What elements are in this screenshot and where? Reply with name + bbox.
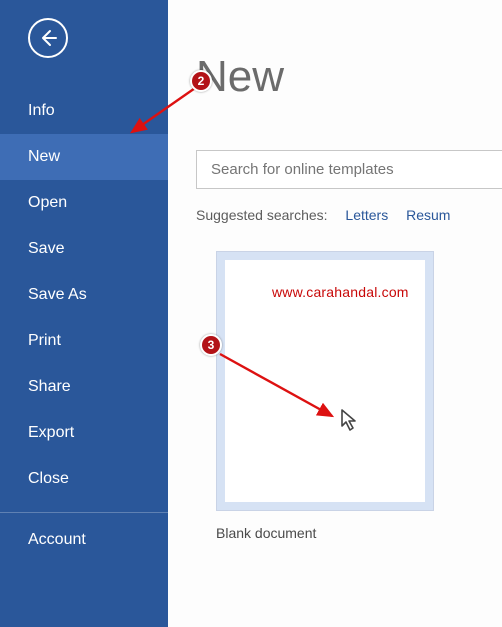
arrow-left-icon [38, 28, 58, 48]
annotation-callout-2: 2 [190, 70, 212, 92]
template-label: Blank document [216, 525, 434, 541]
sidebar-item-save[interactable]: Save [0, 226, 168, 272]
suggested-searches: Suggested searches: Letters Resum [196, 207, 502, 223]
sidebar-item-print[interactable]: Print [0, 318, 168, 364]
backstage-sidebar: Info New Open Save Save As Print Share E… [0, 0, 168, 627]
sidebar-item-share[interactable]: Share [0, 364, 168, 410]
back-button[interactable] [28, 18, 68, 58]
template-search-input[interactable] [196, 150, 502, 189]
sidebar-item-save-as[interactable]: Save As [0, 272, 168, 318]
sidebar-item-open[interactable]: Open [0, 180, 168, 226]
watermark-text: www.carahandal.com [272, 284, 409, 300]
main-panel: New Suggested searches: Letters Resum Bl… [168, 0, 502, 627]
mouse-cursor-icon [340, 408, 360, 432]
page-title: New [196, 52, 502, 102]
suggested-link-resume[interactable]: Resum [406, 207, 450, 223]
sidebar-item-account[interactable]: Account [0, 517, 168, 563]
sidebar-item-info[interactable]: Info [0, 88, 168, 134]
sidebar-divider [0, 512, 168, 513]
sidebar-item-close[interactable]: Close [0, 456, 168, 502]
annotation-callout-3: 3 [200, 334, 222, 356]
sidebar-item-new[interactable]: New [0, 134, 168, 180]
sidebar-menu: Info New Open Save Save As Print Share E… [0, 88, 168, 563]
suggested-label: Suggested searches: [196, 207, 328, 223]
sidebar-item-export[interactable]: Export [0, 410, 168, 456]
suggested-link-letters[interactable]: Letters [345, 207, 388, 223]
